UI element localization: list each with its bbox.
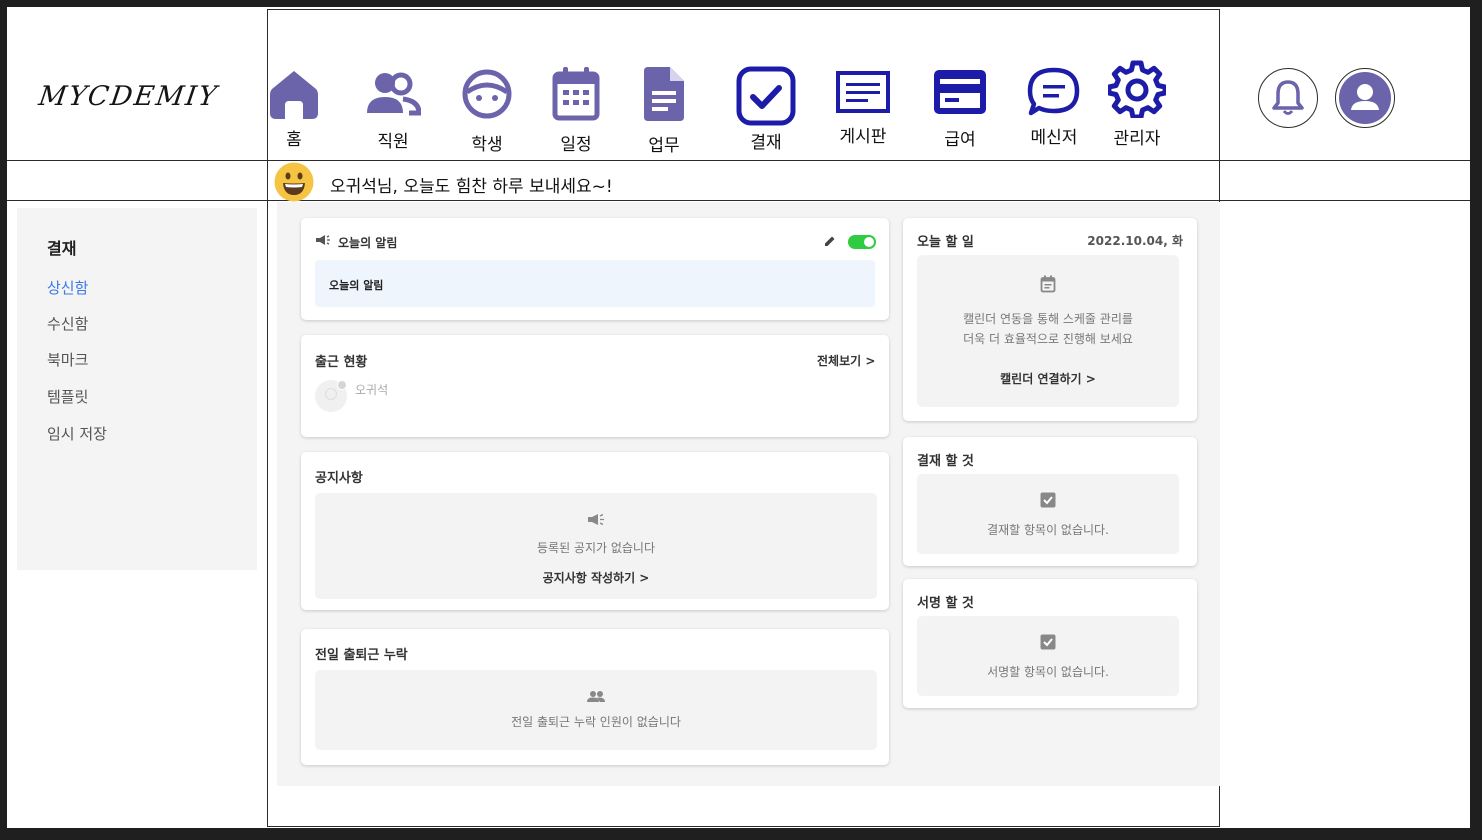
group-icon (587, 691, 605, 702)
nav-board[interactable]: 게시판 (835, 70, 891, 147)
attendance-title: 출근 현황 (315, 355, 368, 370)
todo-card: 오늘 할 일 2022.10.04, 화 캘린더 연동을 통해 스케줄 관리를 … (903, 218, 1197, 421)
nav-staff[interactable]: 직원 (365, 71, 421, 152)
missing-attendance-card: 전일 출퇴근 누락 전일 출퇴근 누락 인원이 없습니다 (301, 629, 889, 765)
today-notice-card: 오늘의 알림 오늘의 알림 (301, 218, 889, 320)
nav-tasks[interactable]: 업무 (642, 67, 686, 156)
nav-payroll-label: 급여 (944, 130, 976, 150)
todo-calendar-box: 캘린더 연동을 통해 스케줄 관리를 더욱 더 효율적으로 진행해 보세요 캘린… (917, 255, 1179, 407)
notices-card: 공지사항 등록된 공지가 없습니다 공지사항 작성하기 > (301, 452, 889, 610)
nav-payroll[interactable]: 급여 (933, 69, 987, 150)
student-face-icon (462, 69, 512, 119)
notices-title: 공지사항 (315, 471, 363, 486)
approve-todo-card: 결재 할 것 결재할 항목이 없습니다. (903, 437, 1197, 566)
todo-line-2: 더욱 더 효율적으로 진행해 보세요 (963, 332, 1133, 346)
nav-schedule[interactable]: 일정 (551, 66, 601, 155)
sidebar-item-template[interactable]: 템플릿 (47, 386, 88, 407)
shield-check-icon (1040, 634, 1056, 650)
todo-title: 오늘 할 일 (917, 235, 974, 250)
nav-students[interactable]: 학생 (461, 68, 513, 155)
notice-body-box: 오늘의 알림 (315, 260, 875, 307)
nav-messenger[interactable]: 메신저 (1027, 67, 1081, 148)
notices-empty-text: 등록된 공지가 없습니다 (536, 541, 656, 555)
calendar-icon (552, 67, 600, 121)
approval-check-icon (736, 66, 796, 126)
nav-staff-label: 직원 (377, 132, 409, 152)
approve-title: 결재 할 것 (917, 454, 974, 469)
document-icon (644, 67, 684, 121)
notification-button[interactable] (1258, 68, 1318, 128)
nav-approval-label: 결재 (750, 133, 782, 153)
sign-todo-card: 서명 할 것 서명할 항목이 없습니다. (903, 579, 1197, 708)
nav-admin[interactable]: 관리자 (1108, 60, 1166, 149)
avatar-face (325, 388, 337, 400)
sign-title: 서명 할 것 (917, 596, 974, 611)
sidebar-item-bookmark[interactable]: 북마크 (47, 349, 88, 370)
todo-date: 2022.10.04, 화 (1087, 234, 1183, 248)
view-all-link[interactable]: 전체보기 > (817, 352, 875, 369)
nav-home[interactable]: 홈 (269, 69, 319, 150)
megaphone-icon (316, 235, 330, 245)
app-window: MYCDEMIY 홈 직원 학생 일정 업무 결재 게시판 급여 메신저 관리자… (7, 7, 1470, 828)
calendar-icon (1040, 275, 1056, 293)
sidebar-item-inbox[interactable]: 수신함 (47, 313, 88, 334)
header-divider (7, 160, 1470, 161)
nav-messenger-label: 메신저 (1030, 128, 1078, 148)
status-dot (337, 380, 347, 390)
app-logo[interactable]: MYCDEMIY (37, 81, 221, 112)
avatar (315, 380, 347, 412)
today-notice-title: 오늘의 알림 (338, 236, 398, 250)
chat-icon (1027, 67, 1080, 116)
missing-empty-box: 전일 출퇴근 누락 인원이 없습니다 (315, 670, 877, 750)
attendance-card: 출근 현황 전체보기 > 오귀석 (301, 335, 889, 437)
nav-tasks-label: 업무 (648, 136, 680, 156)
home-icon (270, 71, 318, 119)
notice-toggle[interactable] (848, 235, 876, 249)
smiley-icon (274, 162, 314, 202)
connect-calendar-link[interactable]: 캘린더 연결하기 > (917, 370, 1179, 387)
greeting-divider (7, 200, 1470, 201)
nav-home-label: 홈 (286, 130, 302, 150)
notice-body-text: 오늘의 알림 (329, 279, 384, 292)
nav-admin-label: 관리자 (1113, 129, 1161, 149)
board-icon (836, 71, 890, 113)
approval-sidebar: 결재 상신함 수신함 북마크 템플릿 임시 저장 (17, 208, 257, 570)
greeting-message: 오귀석님, 오늘도 힘찬 하루 보내세요~! (330, 177, 613, 197)
write-notice-link[interactable]: 공지사항 작성하기 > (315, 569, 877, 586)
dashboard-area: 오늘의 알림 오늘의 알림 출근 현황 전체보기 > 오귀석 공지사항 등록된 … (277, 202, 1220, 786)
bell-icon (1272, 80, 1304, 115)
shield-check-icon (1040, 492, 1056, 508)
approve-empty-text: 결재할 항목이 없습니다. (987, 523, 1109, 537)
approve-empty-box: 결재할 항목이 없습니다. (917, 474, 1179, 554)
sign-empty-text: 서명할 항목이 없습니다. (987, 665, 1109, 679)
megaphone-icon (588, 513, 604, 526)
missing-empty-text: 전일 출퇴근 누락 인원이 없습니다 (511, 715, 681, 729)
sign-empty-box: 서명할 항목이 없습니다. (917, 616, 1179, 696)
nav-schedule-label: 일정 (560, 135, 592, 155)
profile-button[interactable] (1335, 68, 1395, 128)
credit-card-icon (934, 70, 986, 114)
sidebar-item-draft[interactable]: 임시 저장 (47, 423, 107, 444)
account-icon (1339, 72, 1391, 124)
sidebar-title: 결재 (47, 239, 77, 258)
nav-approval[interactable]: 결재 (736, 66, 796, 153)
attendance-person: 오귀석 (355, 383, 389, 397)
notices-empty-box: 등록된 공지가 없습니다 공지사항 작성하기 > (315, 493, 877, 599)
users-icon (367, 72, 421, 116)
toggle-knob (864, 237, 874, 247)
todo-line-1: 캘린더 연동을 통해 스케줄 관리를 (963, 312, 1133, 326)
nav-students-label: 학생 (471, 135, 503, 155)
edit-pencil-icon[interactable] (824, 235, 836, 247)
sidebar-item-sent[interactable]: 상신함 (47, 277, 88, 298)
nav-board-label: 게시판 (839, 127, 887, 147)
missing-title: 전일 출퇴근 누락 (315, 648, 408, 663)
gear-icon (1108, 60, 1166, 118)
